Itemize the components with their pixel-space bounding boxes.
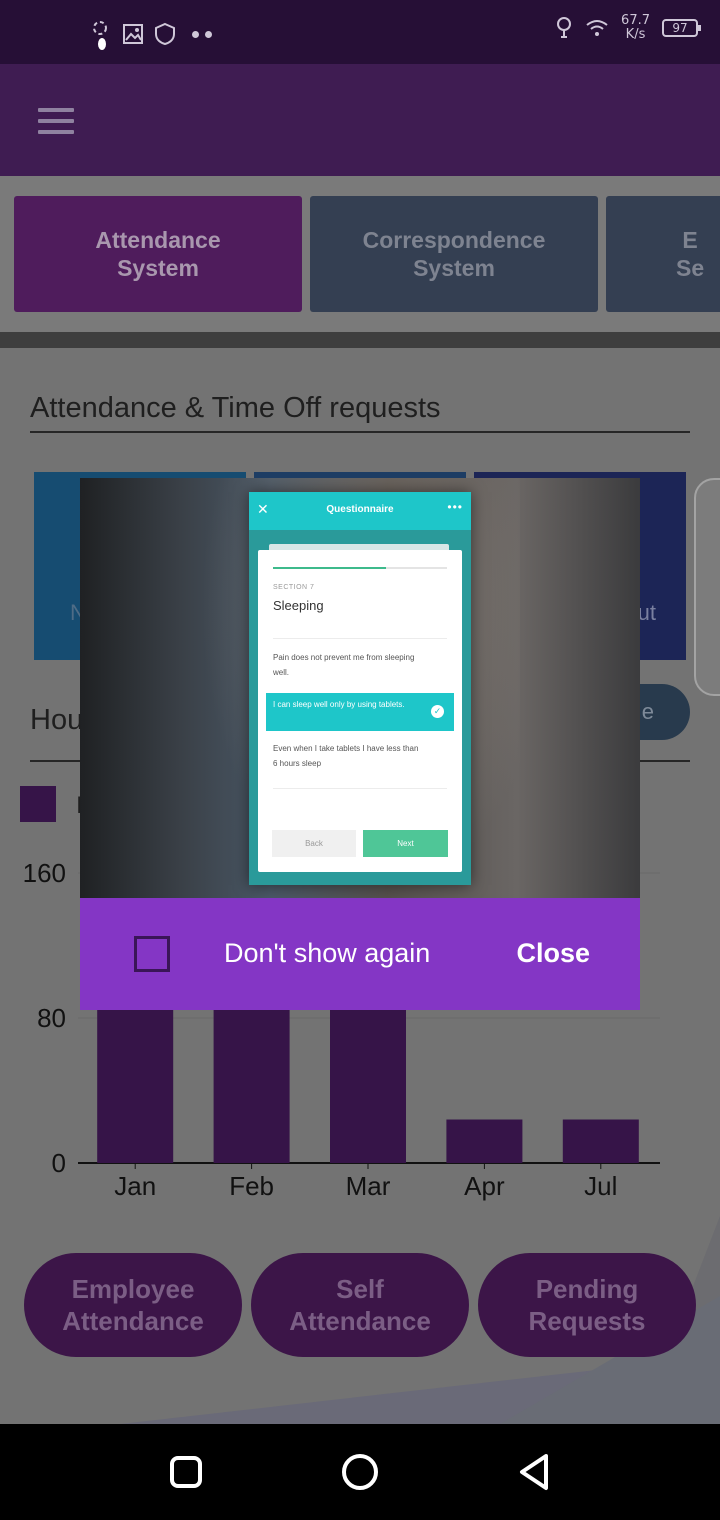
card-divider-2 <box>273 788 447 789</box>
back-triangle-icon[interactable] <box>516 1452 552 1492</box>
close-button[interactable]: Close <box>516 938 590 969</box>
section-label: SECTION 7 <box>273 584 315 591</box>
section-title-sleeping: Sleeping <box>273 598 324 613</box>
tab-attendance-system[interactable]: Attendance System <box>14 196 302 312</box>
y-tick-label: 80 <box>37 1003 66 1033</box>
app-bar <box>0 64 720 176</box>
wifi-icon <box>586 20 608 36</box>
phone-title: Questionnaire <box>326 504 394 515</box>
tile-3-label: ut <box>637 600 656 625</box>
legend-swatch <box>20 786 56 822</box>
image-icon <box>123 24 143 44</box>
bar-apr <box>446 1119 523 1163</box>
phone-header: ✕ Questionnaire ••• <box>249 492 471 530</box>
check-icon: ✓ <box>431 705 444 718</box>
question-card: SECTION 7 Sleeping Pain does not prevent… <box>258 550 462 872</box>
home-circle-icon[interactable] <box>342 1454 378 1490</box>
pending-requests-button[interactable]: Pending Requests <box>478 1253 696 1357</box>
more-icon: ••• <box>447 500 463 514</box>
x-tick-label: Feb <box>229 1171 274 1201</box>
y-tick-label: 0 <box>52 1148 66 1178</box>
status-left-icons <box>88 18 212 50</box>
network-speed-unit: K/s <box>625 27 646 42</box>
system-tabs: Attendance System Correspondence System … <box>0 176 720 332</box>
bulb-icon <box>557 17 572 38</box>
option-3: Even when I take tablets I have less tha… <box>273 744 419 768</box>
dialog-image: ✕ Questionnaire ••• SECTION 7 Sleeping P… <box>80 478 640 898</box>
tab-third-system[interactable]: E Se <box>606 196 720 312</box>
network-speed-value: 67.7 <box>621 13 650 28</box>
spinner-icon <box>93 21 107 50</box>
dont-show-label[interactable]: Don't show again <box>224 938 430 969</box>
phone-screenshot: ✕ Questionnaire ••• SECTION 7 Sleeping P… <box>249 492 471 885</box>
side-drawer-handle[interactable] <box>694 478 720 696</box>
dialog-action-bar: Don't show again Close <box>80 898 640 1010</box>
network-speed: 67.7 K/s <box>621 14 650 42</box>
card-divider <box>273 638 447 639</box>
employee-attendance-button[interactable]: Employee Attendance <box>24 1253 242 1357</box>
status-bar: 67.7 K/s 97 <box>0 0 720 64</box>
option-2-text: I can sleep well only by using tablets. <box>273 700 405 709</box>
question-progress <box>273 567 447 569</box>
section-title: Attendance & Time Off requests <box>30 392 690 433</box>
self-attendance-button[interactable]: Self Attendance <box>251 1253 469 1357</box>
option-1: Pain does not prevent me from sleeping w… <box>273 653 415 677</box>
hours-label: Hou <box>30 704 84 736</box>
promo-dialog: ✕ Questionnaire ••• SECTION 7 Sleeping P… <box>80 478 640 1010</box>
navigation-bar <box>0 1424 720 1520</box>
tab-correspondence-system[interactable]: Correspondence System <box>310 196 598 312</box>
status-right-icons: 67.7 K/s 97 <box>555 14 701 42</box>
phone-back-button: Back <box>272 830 356 857</box>
battery-icon: 97 <box>662 19 701 37</box>
recents-square-icon[interactable] <box>170 1456 202 1488</box>
dont-show-checkbox[interactable] <box>134 936 170 972</box>
progress-fill <box>273 567 387 569</box>
bar-jul <box>562 1119 639 1163</box>
hamburger-icon[interactable] <box>38 108 74 134</box>
x-tick-label: Apr <box>464 1171 505 1201</box>
divider <box>0 332 720 348</box>
shield-icon <box>155 22 175 46</box>
y-tick-label: 160 <box>23 858 66 888</box>
option-2-selected: I can sleep well only by using tablets. … <box>266 693 454 731</box>
x-tick-label: Jul <box>584 1171 617 1201</box>
more-dots-icon <box>192 30 212 38</box>
phone-next-button: Next <box>363 830 448 857</box>
x-tick-label: Mar <box>346 1171 391 1201</box>
x-tick-label: Jan <box>114 1171 156 1201</box>
